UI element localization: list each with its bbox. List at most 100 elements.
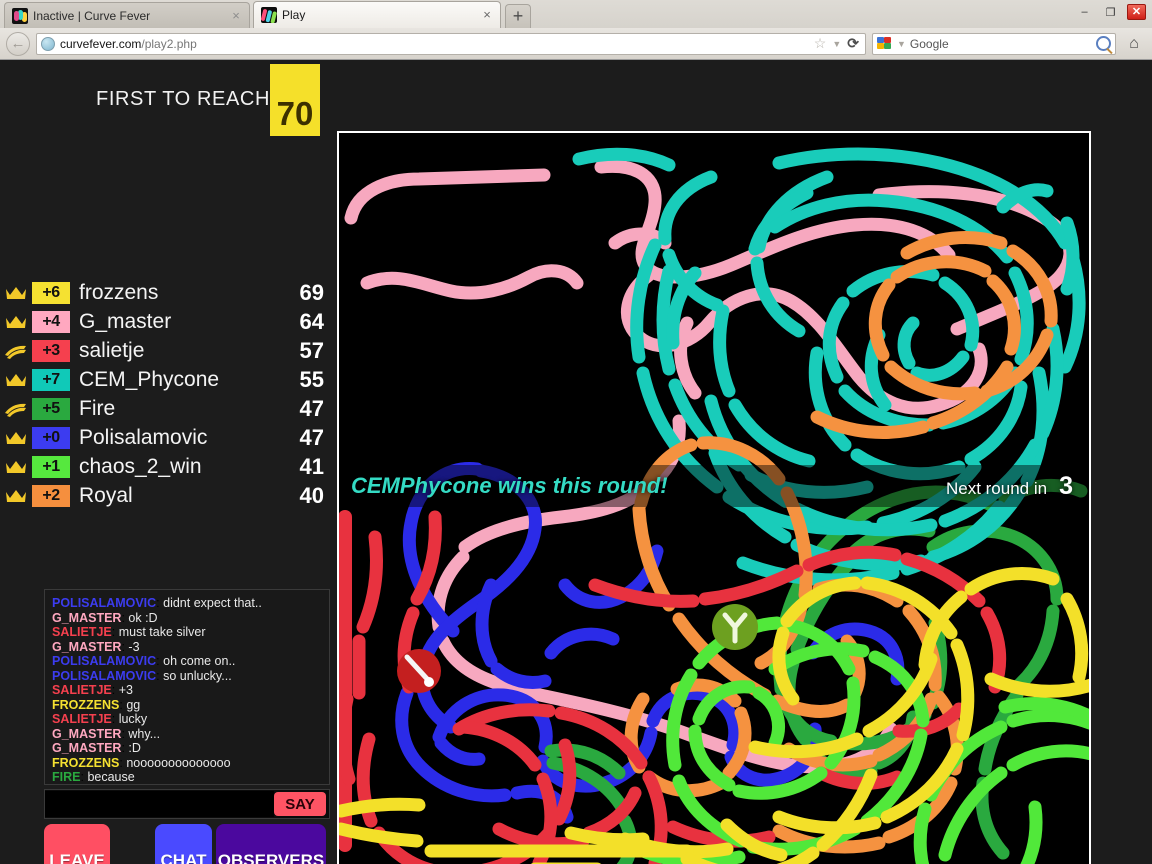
crown-icon <box>0 372 32 388</box>
chat-author: G_MASTER <box>52 741 122 755</box>
reload-icon[interactable]: ⟳ <box>847 35 859 52</box>
first-to-reach-value: 70 <box>270 64 320 136</box>
chat-message: SALIETJE: must take silver <box>52 625 206 639</box>
player-name: salietje <box>79 338 145 362</box>
chevron-down-icon[interactable]: ▼ <box>832 39 841 49</box>
chat-text: because <box>87 770 135 784</box>
first-to-reach-label: FIRST TO REACH <box>96 88 270 110</box>
chat-message: POLISALAMOVIC: oh come on.. <box>52 654 236 668</box>
next-round-countdown: Next round in 3 <box>946 472 1073 501</box>
player-score: 69 <box>299 279 324 305</box>
score-delta-badge: +4 <box>32 310 70 333</box>
next-round-value: 3 <box>1059 471 1073 500</box>
curvefever-favicon-icon <box>12 7 28 24</box>
game-field[interactable]: CEMPhycone wins this round! Next round i… <box>337 131 1091 864</box>
crown-icon <box>0 314 32 330</box>
search-icon[interactable] <box>1096 36 1111 51</box>
search-input[interactable]: Google <box>910 37 1092 51</box>
chat-log[interactable]: POLISALAMOVIC: didnt expect that.. G_MAST… <box>44 589 330 785</box>
chat-message: G_MASTER: :D <box>52 741 141 755</box>
chat-author: SALIETJE <box>52 683 112 697</box>
chat-text: oh come on.. <box>163 654 236 668</box>
player-name: Royal <box>79 483 133 507</box>
globe-icon <box>41 36 55 51</box>
scoreboard-row[interactable]: +1 chaos_2_win 41 <box>0 452 330 481</box>
tab-close-icon[interactable]: × <box>480 8 494 22</box>
chat-text: gg <box>126 697 141 712</box>
chevron-down-icon[interactable]: ▼ <box>897 39 906 49</box>
close-window-button[interactable]: ✕ <box>1127 4 1146 20</box>
chat-message: FROZZENS: noooooooooooooo <box>52 755 231 770</box>
chat-message: SALIETJE: +3 <box>52 683 133 697</box>
browser-tab-play[interactable]: Play × <box>253 1 501 28</box>
observers-button[interactable]: OBSERVERS <box>216 824 326 864</box>
back-button[interactable]: ← <box>6 31 30 56</box>
score-delta-badge: +0 <box>32 426 70 449</box>
address-bar[interactable]: curvefever.com/play2.php ☆ ▼ ⟳ <box>36 32 866 55</box>
player-name: chaos_2_win <box>79 454 202 478</box>
chat-author: FROZZENS <box>52 697 120 712</box>
say-button[interactable]: SAY <box>274 792 326 816</box>
scoreboard-row[interactable]: +2 Royal 40 <box>0 481 330 510</box>
chat-text: +3 <box>118 683 133 697</box>
scoreboard-row[interactable]: +6 frozzens 69 <box>0 278 330 307</box>
player-score: 47 <box>299 424 324 450</box>
bookmark-star-icon[interactable]: ☆ <box>814 35 827 52</box>
chat-author: G_MASTER <box>52 639 122 654</box>
navigation-bar: ← curvefever.com/play2.php ☆ ▼ ⟳ ▼ Googl… <box>0 28 1152 59</box>
scoreboard-row[interactable]: +7 CEM_Phycone 55 <box>0 365 330 394</box>
home-icon[interactable]: ⌂ <box>1122 32 1146 56</box>
chat-author: FROZZENS <box>52 755 120 770</box>
chat-message: G_MASTER: -3 <box>52 639 140 654</box>
window-controls: – ❐ ✕ <box>1075 4 1146 20</box>
new-tab-button[interactable]: + <box>505 4 531 28</box>
google-logo-icon <box>877 36 893 51</box>
player-score: 41 <box>299 453 324 479</box>
chat-author: POLISALAMOVIC <box>52 596 157 610</box>
tab-title: Inactive | Curve Fever <box>33 9 151 22</box>
player-score: 47 <box>299 395 324 421</box>
chat-author: SALIETJE <box>52 712 112 726</box>
score-delta-badge: +7 <box>32 368 70 391</box>
crown-icon <box>0 488 32 504</box>
scoreboard-row[interactable]: +3 salietje 57 <box>0 336 330 365</box>
search-bar[interactable]: ▼ Google <box>872 32 1116 55</box>
url-text: curvefever.com/play2.php <box>60 36 197 51</box>
wing-icon <box>0 343 32 359</box>
tab-close-icon[interactable]: × <box>229 9 243 23</box>
chat-button[interactable]: CHAT <box>155 824 212 864</box>
browser-chrome: Inactive | Curve Fever × Play × + – ❐ ✕ … <box>0 0 1152 60</box>
scoreboard-row[interactable]: +0 Polisalamovic 47 <box>0 423 330 452</box>
round-banner: CEMPhycone wins this round! Next round i… <box>339 465 1089 507</box>
left-panel: FIRST TO REACH 70 +6 frozzens 69 +4 G_master… <box>0 60 338 864</box>
chat-author: G_MASTER <box>52 610 122 625</box>
browser-tab-inactive[interactable]: Inactive | Curve Fever × <box>4 2 250 28</box>
scoreboard-row[interactable]: +5 Fire 47 <box>0 394 330 423</box>
scoreboard-row[interactable]: +4 G_master 64 <box>0 307 330 336</box>
chat-author: POLISALAMOVIC <box>52 668 157 683</box>
round-winner-message: CEMPhycone wins this round! <box>351 473 668 498</box>
leave-button[interactable]: LEAVE <box>44 824 110 864</box>
chat-message: G_MASTER: why... <box>52 726 161 741</box>
player-score: 40 <box>299 482 324 508</box>
player-name: CEM_Phycone <box>79 367 220 391</box>
chat-message: G_MASTER: ok :D <box>52 610 158 625</box>
chat-author: SALIETJE <box>52 625 112 639</box>
first-to-reach: FIRST TO REACH 70 <box>0 64 330 136</box>
say-bar: SAY <box>44 789 330 819</box>
tab-title: Play <box>282 9 306 21</box>
crown-icon <box>0 430 32 446</box>
game-page: FIRST TO REACH 70 +6 frozzens 69 +4 G_master… <box>0 60 1152 864</box>
minimize-button[interactable]: – <box>1075 4 1094 20</box>
chat-text: lucky <box>118 712 148 726</box>
crown-icon <box>0 285 32 301</box>
score-delta-badge: +6 <box>32 281 70 304</box>
chat-message: FROZZENS: gg <box>52 697 141 712</box>
maximize-button[interactable]: ❐ <box>1101 4 1120 20</box>
crown-icon <box>0 459 32 475</box>
chat-input[interactable] <box>45 791 274 817</box>
player-score: 55 <box>299 366 324 392</box>
chat-text: must take silver <box>118 625 206 639</box>
chat-author: FIRE <box>52 770 81 784</box>
player-name: Fire <box>79 396 116 420</box>
